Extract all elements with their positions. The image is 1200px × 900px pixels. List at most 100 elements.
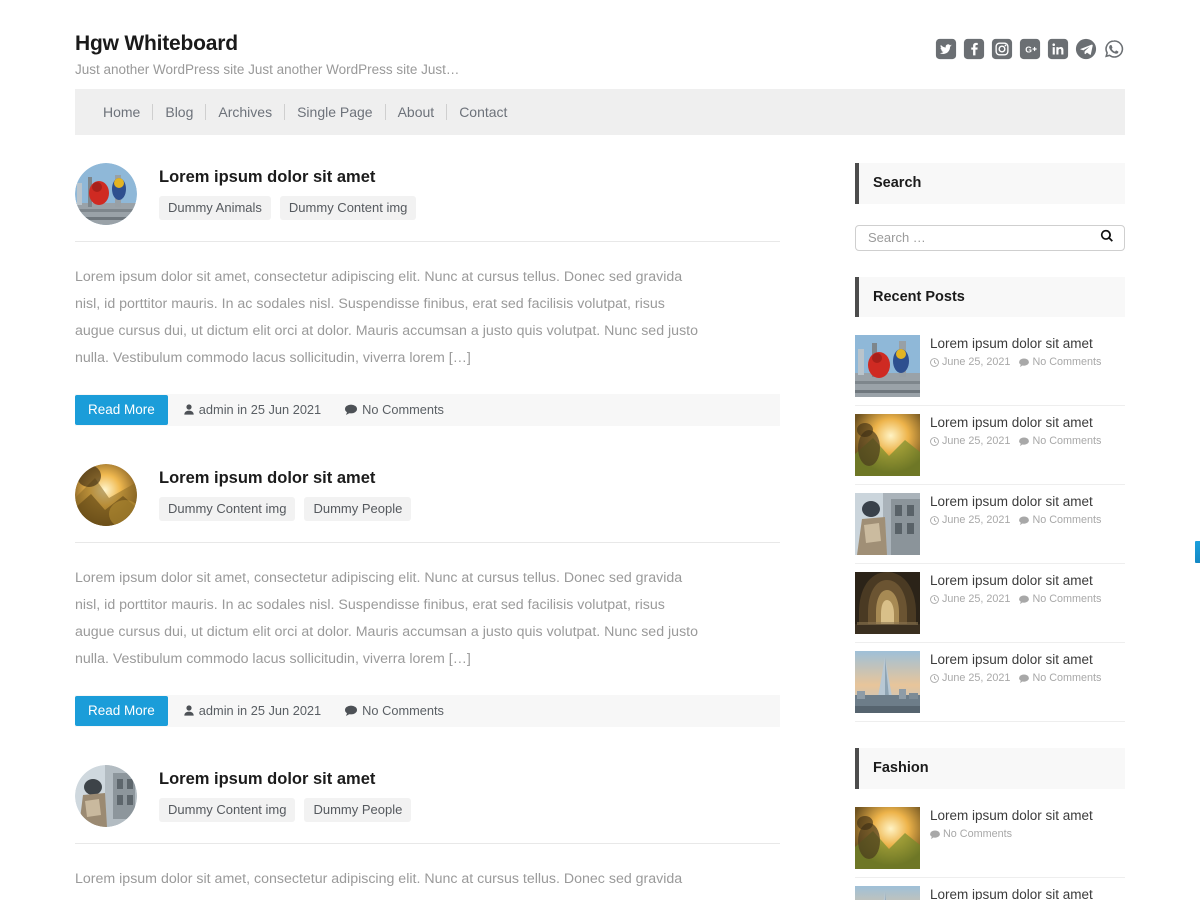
nav-item-contact[interactable]: Contact bbox=[446, 98, 519, 126]
primary-navigation[interactable]: Home Blog Archives Single Page About Con… bbox=[75, 88, 1125, 135]
post-heading-group: Lorem ipsum dolor sit amet Dummy Content… bbox=[159, 469, 780, 521]
nav-link-archives[interactable]: Archives bbox=[206, 98, 284, 126]
post-article: Lorem ipsum dolor sit amet Dummy Content… bbox=[75, 764, 780, 893]
post-comments-meta[interactable]: No Comments bbox=[345, 703, 444, 718]
category-tag[interactable]: Dummy Content img bbox=[279, 196, 417, 220]
post-title-link[interactable]: Lorem ipsum dolor sit amet bbox=[159, 469, 375, 487]
nav-link-single-page[interactable]: Single Page bbox=[285, 98, 385, 126]
post-thumbnail[interactable] bbox=[75, 764, 137, 827]
list-item[interactable]: Lorem ipsum dolor sit amet June 25, 2021… bbox=[855, 643, 1125, 723]
recent-post-meta: June 25, 2021 No Comments bbox=[930, 435, 1125, 447]
recent-post-meta: June 25, 2021 No Comments bbox=[930, 514, 1125, 526]
recent-post-date-text: June 25, 2021 bbox=[942, 356, 1011, 369]
whatsapp-icon bbox=[1103, 38, 1125, 60]
recent-post-title[interactable]: Lorem ipsum dolor sit amet bbox=[930, 336, 1125, 353]
recent-post-thumbnail[interactable] bbox=[855, 335, 920, 398]
post-article: Lorem ipsum dolor sit amet Dummy Animals… bbox=[75, 162, 780, 426]
site-branding: Hgw Whiteboard Just another WordPress si… bbox=[75, 28, 459, 79]
recent-post-thumbnail[interactable] bbox=[855, 651, 920, 714]
post-categories: Dummy Animals Dummy Content img bbox=[159, 196, 780, 220]
category-tag[interactable]: Dummy Animals bbox=[159, 196, 271, 220]
category-tag[interactable]: Dummy Content img bbox=[159, 497, 296, 521]
nav-item-blog[interactable]: Blog bbox=[152, 98, 205, 126]
nav-item-archives[interactable]: Archives bbox=[205, 98, 284, 126]
list-item[interactable]: Lorem ipsum dolor sit amet June 25, 2021… bbox=[855, 406, 1125, 486]
post-meta-bar: Read More admin in 25 Jun 2021 No Commen… bbox=[75, 393, 780, 426]
recent-post-title[interactable]: Lorem ipsum dolor sit amet bbox=[930, 494, 1125, 511]
post-excerpt: Lorem ipsum dolor sit amet, consectetur … bbox=[75, 870, 683, 887]
category-tag[interactable]: Dummy People bbox=[304, 798, 412, 822]
nav-link-home[interactable]: Home bbox=[91, 98, 152, 126]
recent-post-body: Lorem ipsum dolor sit amet June 25, 2021… bbox=[930, 335, 1125, 368]
recent-post-thumbnail[interactable] bbox=[855, 572, 920, 635]
read-more-button[interactable]: Read More bbox=[75, 695, 168, 726]
search-input[interactable] bbox=[866, 225, 1098, 250]
fashion-post-title[interactable]: Lorem ipsum dolor sit amet bbox=[930, 887, 1125, 900]
site-title[interactable]: Hgw Whiteboard bbox=[75, 32, 459, 56]
nav-item-home[interactable]: Home bbox=[91, 98, 152, 126]
social-link-whatsapp[interactable] bbox=[1103, 38, 1125, 60]
social-link-telegram[interactable] bbox=[1075, 38, 1097, 60]
list-item[interactable]: Lorem ipsum dolor sit amet bbox=[855, 878, 1125, 900]
nav-item-about[interactable]: About bbox=[385, 98, 447, 126]
social-link-instagram[interactable] bbox=[991, 38, 1013, 60]
category-tag[interactable]: Dummy People bbox=[304, 497, 412, 521]
nav-item-single-page[interactable]: Single Page bbox=[284, 98, 385, 126]
site-description: Just another WordPress site Just another… bbox=[75, 62, 460, 78]
social-link-facebook[interactable] bbox=[963, 38, 985, 60]
post-comments-meta[interactable]: No Comments bbox=[345, 402, 444, 417]
comment-icon bbox=[930, 830, 940, 839]
recent-post-title[interactable]: Lorem ipsum dolor sit amet bbox=[930, 573, 1125, 590]
recent-post-thumbnail[interactable] bbox=[855, 493, 920, 556]
post-categories: Dummy Content img Dummy People bbox=[159, 798, 780, 822]
recent-post-meta: June 25, 2021 No Comments bbox=[930, 356, 1125, 368]
category-tag[interactable]: Dummy Content img bbox=[159, 798, 296, 822]
post-author-meta: admin in 25 Jun 2021 bbox=[184, 402, 321, 417]
recent-post-body: Lorem ipsum dolor sit amet June 25, 2021… bbox=[930, 572, 1125, 605]
read-more-button[interactable]: Read More bbox=[75, 394, 168, 425]
post-categories: Dummy Content img Dummy People bbox=[159, 497, 780, 521]
main-content: Lorem ipsum dolor sit amet Dummy Animals… bbox=[75, 162, 780, 900]
nav-link-about[interactable]: About bbox=[386, 98, 447, 126]
search-submit-button[interactable] bbox=[1098, 229, 1116, 246]
fashion-post-title[interactable]: Lorem ipsum dolor sit amet bbox=[930, 808, 1125, 825]
fashion-post-body: Lorem ipsum dolor sit amet No Comments bbox=[930, 807, 1125, 840]
post-thumbnail[interactable] bbox=[75, 463, 137, 526]
recent-post-title[interactable]: Lorem ipsum dolor sit amet bbox=[930, 415, 1125, 432]
post-header: Lorem ipsum dolor sit amet Dummy Content… bbox=[75, 463, 780, 543]
social-link-twitter[interactable] bbox=[935, 38, 957, 60]
list-item[interactable]: Lorem ipsum dolor sit amet June 25, 2021… bbox=[855, 485, 1125, 565]
recent-post-comments: No Comments bbox=[1019, 356, 1101, 368]
widget-search: Search bbox=[855, 162, 1125, 251]
recent-post-date-text: June 25, 2021 bbox=[942, 514, 1011, 527]
post-thumbnail[interactable] bbox=[75, 162, 137, 225]
social-links: G bbox=[935, 28, 1125, 60]
recent-post-meta: June 25, 2021 No Comments bbox=[930, 672, 1125, 684]
clock-icon bbox=[930, 673, 939, 683]
post-title-link[interactable]: Lorem ipsum dolor sit amet bbox=[159, 168, 375, 186]
fashion-post-thumbnail[interactable] bbox=[855, 886, 920, 900]
list-item[interactable]: Lorem ipsum dolor sit amet June 25, 2021… bbox=[855, 327, 1125, 407]
recent-post-title[interactable]: Lorem ipsum dolor sit amet bbox=[930, 652, 1125, 669]
social-link-linkedin[interactable] bbox=[1047, 38, 1069, 60]
list-item[interactable]: Lorem ipsum dolor sit amet No Comments bbox=[855, 799, 1125, 879]
recent-post-body: Lorem ipsum dolor sit amet June 25, 2021… bbox=[930, 651, 1125, 684]
recent-post-comments: No Comments bbox=[1019, 593, 1101, 605]
list-item[interactable]: Lorem ipsum dolor sit amet June 25, 2021… bbox=[855, 564, 1125, 644]
instagram-icon bbox=[991, 38, 1013, 60]
googleplus-icon: G bbox=[1019, 38, 1041, 60]
fashion-post-thumbnail[interactable] bbox=[855, 807, 920, 870]
post-article: Lorem ipsum dolor sit amet Dummy Content… bbox=[75, 463, 780, 727]
nav-link-contact[interactable]: Contact bbox=[447, 98, 519, 126]
scroll-indicator-sliver[interactable] bbox=[1195, 541, 1200, 563]
linkedin-icon bbox=[1047, 38, 1069, 60]
post-heading-group: Lorem ipsum dolor sit amet Dummy Animals… bbox=[159, 168, 780, 220]
clock-icon bbox=[930, 515, 939, 525]
social-link-googleplus[interactable]: G bbox=[1019, 38, 1041, 60]
recent-posts-list: Lorem ipsum dolor sit amet June 25, 2021… bbox=[855, 327, 1125, 723]
facebook-icon bbox=[963, 38, 985, 60]
post-title-link[interactable]: Lorem ipsum dolor sit amet bbox=[159, 770, 375, 788]
nav-link-blog[interactable]: Blog bbox=[153, 98, 205, 126]
recent-post-thumbnail[interactable] bbox=[855, 414, 920, 477]
search-form[interactable] bbox=[855, 224, 1125, 251]
